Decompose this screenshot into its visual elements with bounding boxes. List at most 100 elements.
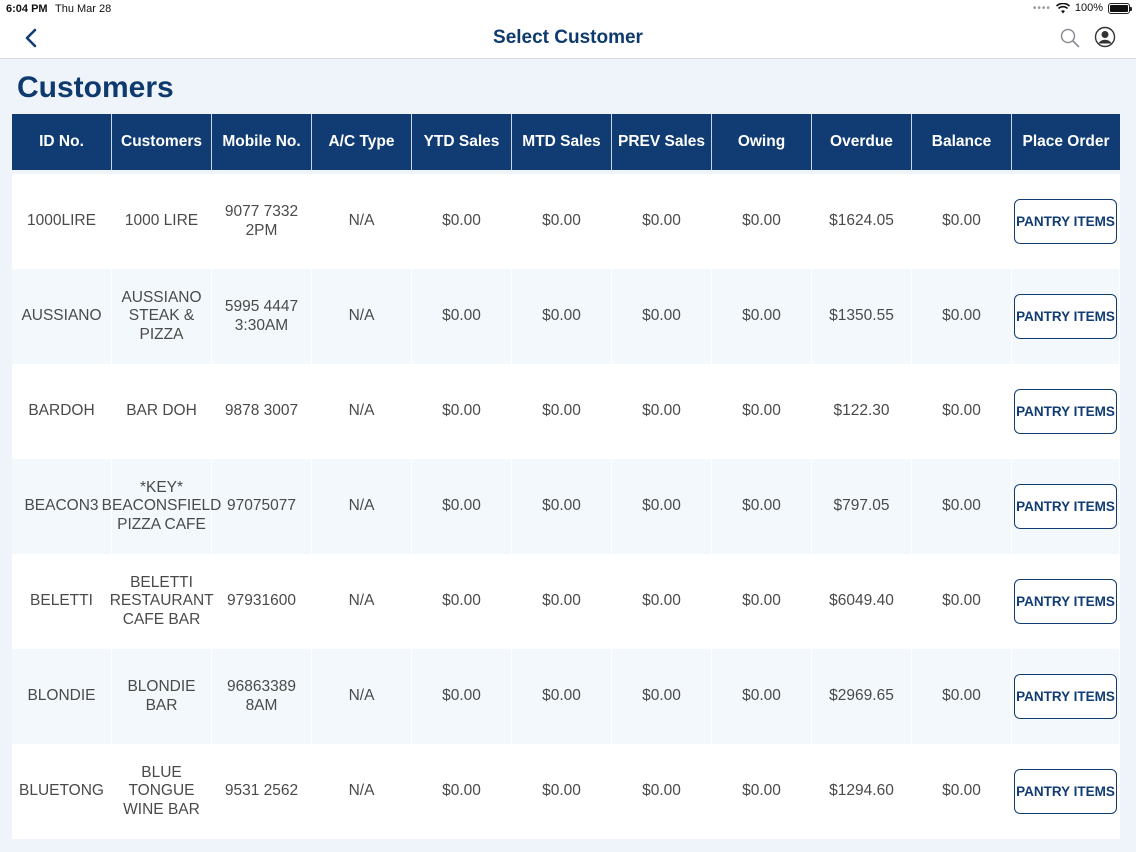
cell-mobile: 96863389 8AM [212,649,312,744]
nav-bar: Select Customer [0,18,1136,59]
cell-ac-type: N/A [312,649,412,744]
table-row[interactable]: BARDOH BAR DOH 9878 3007 N/A $0.00 $0.00 $0.00… [12,364,1120,459]
cell-place-order: PANTRY ITEMS [1012,174,1120,269]
cell-prev-sales: $0.00 [612,364,712,459]
cell-prev-sales: $0.00 [612,174,712,269]
cell-place-order: PANTRY ITEMS [1012,269,1120,364]
cell-balance: $0.00 [912,269,1012,364]
pantry-items-button[interactable]: PANTRY ITEMS [1014,674,1117,719]
cell-balance: $0.00 [912,554,1012,649]
cell-owing: $0.00 [712,459,812,554]
cell-id: BLONDIE [12,649,112,744]
cell-balance: $0.00 [912,459,1012,554]
multitasking-dots-icon: •••• [1032,2,1051,14]
cell-id: 1000LIRE [12,174,112,269]
cell-mobile: 9878 3007 [212,364,312,459]
header-id: ID No. [12,114,112,170]
cell-mobile: 5995 4447 3:30AM [212,269,312,364]
cell-customer: AUSSIANO STEAK & PIZZA [112,269,212,364]
table-row[interactable]: 1000LIRE 1000 LIRE 9077 7332 2PM N/A $0.00 $0… [12,174,1120,269]
cell-overdue: $1294.60 [812,744,912,839]
cell-customer: BAR DOH [112,364,212,459]
cell-customer: 1000 LIRE [112,174,212,269]
table-body: 1000LIRE 1000 LIRE 9077 7332 2PM N/A $0.00 $0… [12,170,1120,839]
cell-ytd-sales: $0.00 [412,649,512,744]
cell-id: BELETTI [12,554,112,649]
cell-ytd-sales: $0.00 [412,744,512,839]
pantry-items-button[interactable]: PANTRY ITEMS [1014,294,1117,339]
pantry-items-button[interactable]: PANTRY ITEMS [1014,579,1117,624]
cell-customer: BLUE TONGUE WINE BAR [112,744,212,839]
pantry-items-button[interactable]: PANTRY ITEMS [1014,389,1117,434]
cell-owing: $0.00 [712,364,812,459]
cell-prev-sales: $0.00 [612,459,712,554]
table-header: ID No. Customers Mobile No. A/C Type YTD… [12,114,1120,170]
cell-owing: $0.00 [712,269,812,364]
header-prev-sales: PREV Sales [612,114,712,170]
cell-overdue: $6049.40 [812,554,912,649]
cell-place-order: PANTRY ITEMS [1012,744,1120,839]
cell-mobile: 9077 7332 2PM [212,174,312,269]
cell-overdue: $2969.65 [812,649,912,744]
wifi-icon [1055,2,1070,13]
cell-balance: $0.00 [912,744,1012,839]
header-balance: Balance [912,114,1012,170]
battery-icon [1108,2,1132,14]
cell-mtd-sales: $0.00 [512,269,612,364]
status-date: Thu Mar 28 [55,3,112,15]
header-overdue: Overdue [812,114,912,170]
search-icon [1060,28,1080,48]
header-place-order: Place Order [1022,133,1110,150]
cell-ac-type: N/A [312,554,412,649]
cell-balance: $0.00 [912,649,1012,744]
cell-overdue: $1624.05 [812,174,912,269]
cell-ac-type: N/A [312,459,412,554]
header-ytd-sales: YTD Sales [412,114,512,170]
cell-prev-sales: $0.00 [612,649,712,744]
cell-mobile: 97931600 [212,554,312,649]
search-button[interactable] [1059,27,1081,49]
status-bar: 6:04 PM Thu Mar 28 •••• 100% [0,0,1136,18]
cell-owing: $0.00 [712,744,812,839]
cell-ytd-sales: $0.00 [412,174,512,269]
header-customers: Customers [112,114,212,170]
cell-ac-type: N/A [312,174,412,269]
cell-mtd-sales: $0.00 [512,554,612,649]
pantry-items-button[interactable]: PANTRY ITEMS [1014,199,1117,244]
header-owing: Owing [712,114,812,170]
cell-ac-type: N/A [312,269,412,364]
cell-mtd-sales: $0.00 [512,744,612,839]
status-time: 6:04 PM [6,3,48,15]
cell-customer: *KEY* BEACONSFIELD PIZZA CAFE [102,459,221,554]
pantry-items-button[interactable]: PANTRY ITEMS [1014,484,1117,529]
cell-customer: BELETTI RESTAURANT CAFE BAR [110,554,214,649]
cell-prev-sales: $0.00 [612,269,712,364]
cell-place-order: PANTRY ITEMS [1012,364,1120,459]
table-row[interactable]: BLUETONG BLUE TONGUE WINE BAR 9531 2562 N/A… [12,744,1120,839]
cell-prev-sales: $0.00 [612,554,712,649]
table-row[interactable]: AUSSIANO AUSSIANO STEAK & PIZZA 5995 4447 … [12,269,1120,364]
cell-ac-type: N/A [312,744,412,839]
cell-ytd-sales: $0.00 [412,459,512,554]
cell-prev-sales: $0.00 [612,744,712,839]
cell-id: BLUETONG [12,744,112,839]
cell-owing: $0.00 [712,554,812,649]
cell-mobile: 9531 2562 [212,744,312,839]
cell-ytd-sales: $0.00 [412,269,512,364]
cell-place-order: PANTRY ITEMS [1012,554,1120,649]
table-row[interactable]: BELETTI BELETTI RESTAURANT CAFE BAR 979316… [12,554,1120,649]
header-mtd-sales: MTD Sales [512,114,612,170]
cell-balance: $0.00 [912,364,1012,459]
cell-mtd-sales: $0.00 [512,649,612,744]
user-icon [1094,26,1116,48]
cell-ytd-sales: $0.00 [412,364,512,459]
header-mobile: Mobile No. [212,114,312,170]
cell-balance: $0.00 [912,174,1012,269]
pantry-items-button[interactable]: PANTRY ITEMS [1014,769,1117,814]
table-row[interactable]: BEACON3 *KEY* BEACONSFIELD PIZZA CAFE 9707… [12,459,1120,554]
table-row[interactable]: BLONDIE BLONDIE BAR 96863389 8AM N/A $0.00 $0… [12,649,1120,744]
profile-button[interactable] [1094,26,1116,48]
cell-mobile: 97075077 [212,459,312,554]
header-ac-type: A/C Type [312,114,412,170]
battery-percent: 100% [1074,2,1103,14]
